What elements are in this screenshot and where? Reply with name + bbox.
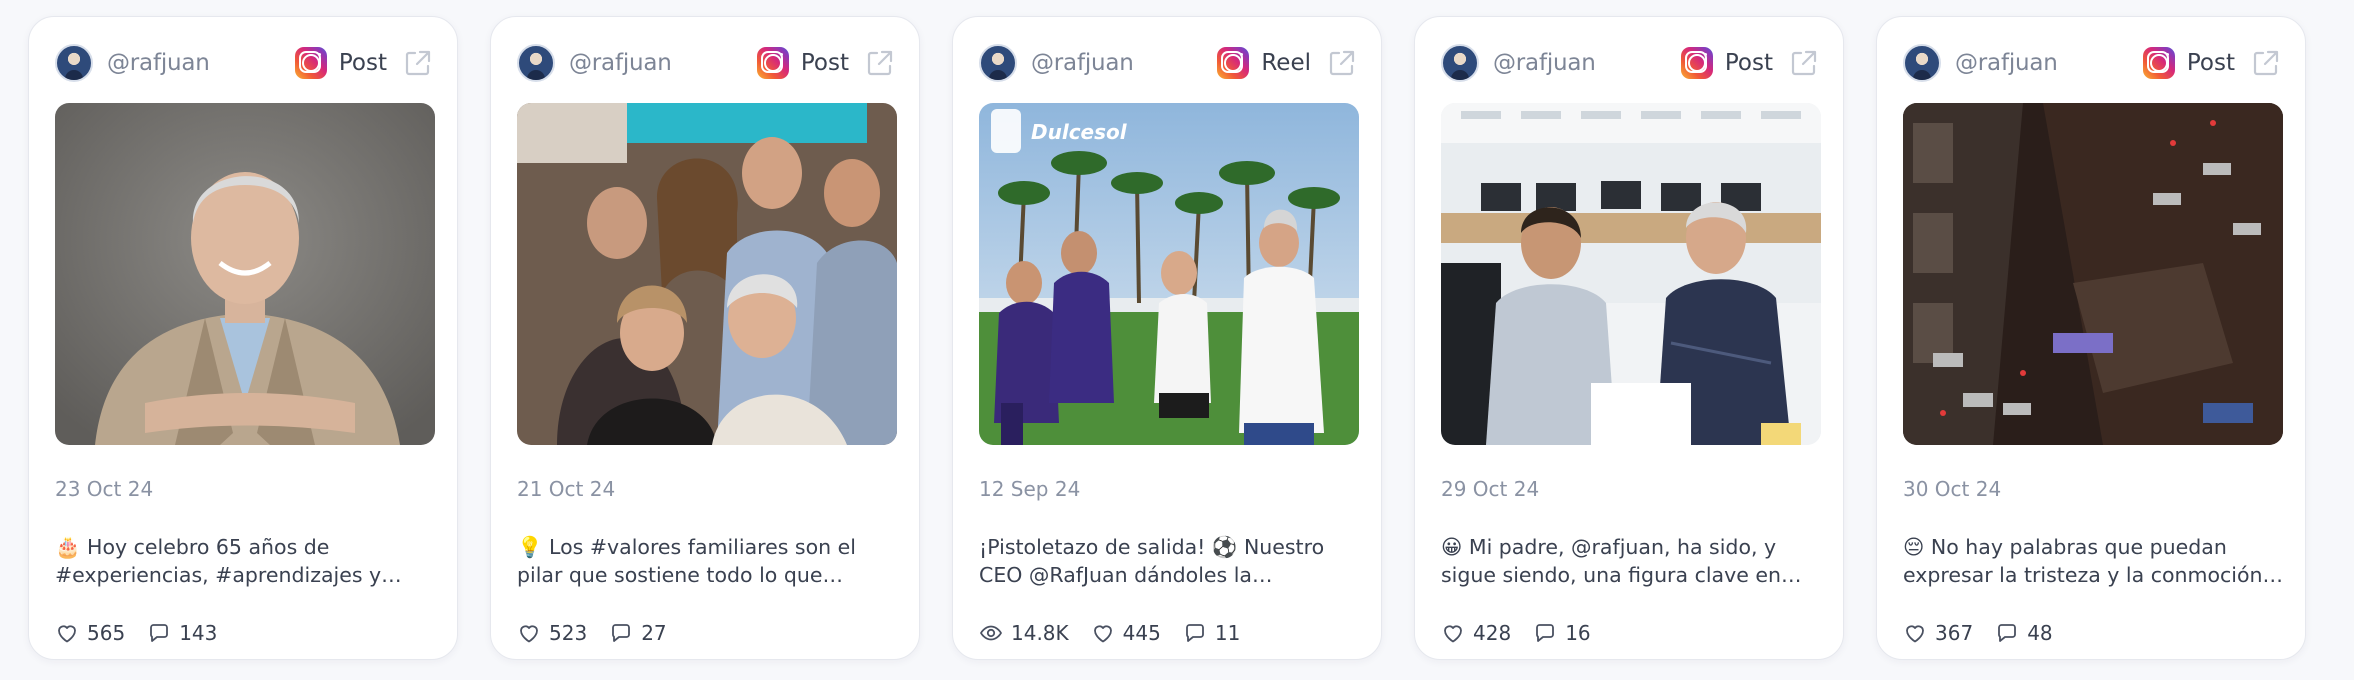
heart-icon: [1444, 625, 1462, 643]
post-type-label: Post: [1724, 50, 1773, 76]
post-date: 29 Oct 24: [1441, 477, 1540, 501]
instagram-icon: [2142, 47, 2175, 79]
post-card[interactable]: @rafjuan Post: [28, 16, 458, 660]
post-caption: 😀 Mi padre, @rafjuan, ha sido, y sigue s…: [1441, 535, 1781, 587]
post-card[interactable]: @rafjuan Post: [1876, 16, 2306, 660]
comments-stat: 27: [609, 621, 667, 645]
views-count: 14.8K: [1011, 621, 1069, 645]
post-date: 12 Sep 24: [979, 477, 1081, 501]
post-caption: 🎂 Hoy celebro 65 años de #experiencias, …: [55, 535, 402, 587]
comment-icon: [1998, 624, 2017, 642]
post-type-label: Post: [800, 50, 849, 76]
comments-stat: 11: [1183, 621, 1240, 645]
post-stats: 523 27: [517, 621, 689, 645]
comments-stat: 16: [1533, 621, 1591, 645]
overlay-brand-text: Dulcesol: [1031, 120, 1128, 144]
comments-stat: 143: [147, 621, 217, 645]
post-stats: 14.8K 445 11: [979, 621, 1262, 645]
instagram-icon: [1680, 47, 1713, 79]
likes-count: 565: [87, 621, 126, 645]
author-handle[interactable]: @rafjuan: [1493, 50, 1596, 76]
card-header: @rafjuan Post: [517, 43, 895, 83]
heart-icon: [1093, 625, 1112, 643]
comment-icon: [1536, 624, 1555, 642]
heart-icon: [520, 625, 538, 643]
card-header: @rafjuan Post: [1903, 43, 2281, 83]
post-image[interactable]: [55, 103, 435, 445]
heart-icon: [58, 625, 76, 643]
post-type-label: Post: [338, 50, 387, 76]
comments-count: 48: [2027, 621, 2053, 645]
comments-count: 27: [641, 621, 667, 645]
comments-count: 143: [179, 621, 218, 645]
external-link-icon[interactable]: [865, 48, 895, 78]
post-image[interactable]: [1441, 103, 1821, 445]
likes-count: 445: [1122, 621, 1161, 645]
eye-icon: [980, 625, 1002, 641]
likes-stat: 523: [517, 621, 587, 645]
post-date: 21 Oct 24: [517, 477, 616, 501]
post-image[interactable]: [1903, 103, 2283, 445]
external-link-icon[interactable]: [1327, 48, 1357, 78]
comments-count: 16: [1565, 621, 1591, 645]
likes-stat: 428: [1441, 621, 1511, 645]
author-handle[interactable]: @rafjuan: [107, 50, 210, 76]
post-card[interactable]: @rafjuan Post: [490, 16, 920, 660]
external-link-icon[interactable]: [403, 48, 433, 78]
post-stats: 428 16: [1441, 621, 1613, 645]
post-type-label: Post: [2186, 50, 2235, 76]
instagram-icon: [1217, 47, 1250, 79]
heart-icon: [1906, 625, 1924, 643]
avatar[interactable]: [1441, 44, 1479, 82]
external-link-icon[interactable]: [1789, 48, 1819, 78]
comments-count: 11: [1214, 621, 1241, 645]
card-header: @rafjuan Post: [1441, 43, 1819, 83]
post-card[interactable]: @rafjuan Reel Dulcesol 12 Sep 24 ¡Pistol…: [952, 16, 1382, 660]
avatar[interactable]: [979, 44, 1017, 82]
comment-icon: [1185, 624, 1204, 642]
avatar[interactable]: [1903, 44, 1941, 82]
post-caption: ¡Pistoletazo de salida! ⚽ Nuestro CEO @R…: [979, 535, 1325, 587]
author-handle[interactable]: @rafjuan: [569, 50, 672, 76]
likes-stat: 565: [55, 621, 125, 645]
post-type-label: Reel: [1261, 50, 1311, 76]
author-handle[interactable]: @rafjuan: [1031, 50, 1134, 76]
likes-count: 367: [1935, 621, 1974, 645]
likes-count: 428: [1473, 621, 1512, 645]
post-image[interactable]: [517, 103, 897, 445]
post-stats: 565 143: [55, 621, 239, 645]
post-image[interactable]: Dulcesol: [979, 103, 1359, 445]
comments-stat: 48: [1995, 621, 2053, 645]
external-link-icon[interactable]: [2251, 48, 2281, 78]
avatar[interactable]: [517, 44, 555, 82]
instagram-icon: [756, 47, 789, 79]
post-card[interactable]: @rafjuan Post: [1414, 16, 1844, 660]
views-stat: 14.8K: [979, 621, 1069, 645]
card-header: @rafjuan Post: [55, 43, 433, 83]
post-date: 23 Oct 24: [55, 477, 154, 501]
comment-icon: [612, 624, 631, 642]
post-date: 30 Oct 24: [1903, 477, 2002, 501]
likes-stat: 367: [1903, 621, 1973, 645]
posts-row: @rafjuan Post 23 Oct 24 🎂 Hoy celebro 65…: [0, 0, 2354, 680]
card-header: @rafjuan Reel: [979, 43, 1357, 83]
avatar[interactable]: [55, 44, 93, 82]
instagram-icon: [294, 47, 327, 79]
author-handle[interactable]: @rafjuan: [1955, 50, 2058, 76]
post-caption: 😔 No hay palabras que puedan expresar la…: [1903, 535, 2263, 587]
post-caption: 💡 Los #valores familiares son el pilar q…: [517, 535, 856, 587]
post-stats: 367 48: [1903, 621, 2075, 645]
comment-icon: [150, 624, 169, 642]
likes-count: 523: [549, 621, 588, 645]
likes-stat: 445: [1091, 621, 1161, 645]
